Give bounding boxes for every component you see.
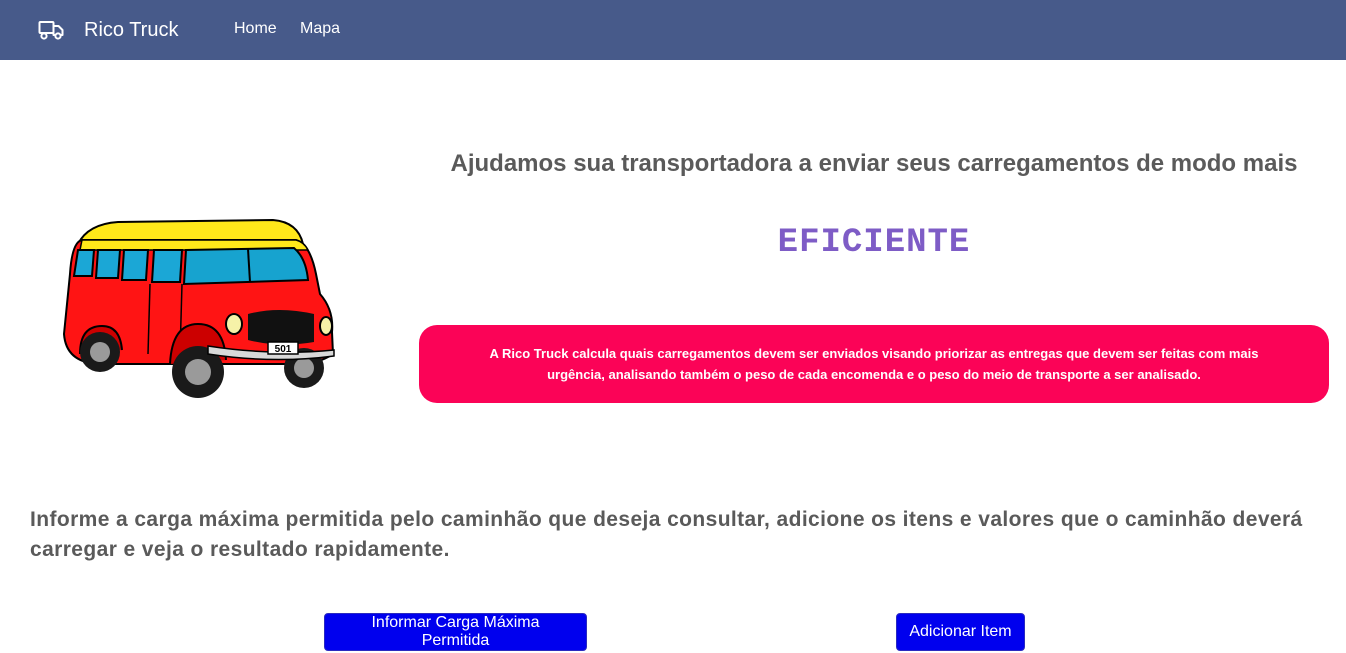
- truck-icon: [38, 21, 64, 40]
- brand-name: Rico Truck: [84, 18, 179, 41]
- hero-highlight: EFICIENTE: [777, 224, 971, 262]
- hero-title: Ajudamos sua transportadora a enviar seu…: [450, 150, 1298, 177]
- bus-illustration: 501: [62, 218, 335, 398]
- nav-link-home[interactable]: Home: [234, 20, 277, 38]
- nav-link-mapa[interactable]: Mapa: [300, 20, 340, 38]
- brand-link[interactable]: Rico Truck: [38, 16, 178, 44]
- info-box: A Rico Truck calcula quais carregamentos…: [419, 325, 1329, 403]
- adicionar-item-button[interactable]: Adicionar Item: [896, 613, 1025, 651]
- informar-carga-button[interactable]: Informar Carga Máxima Permitida: [324, 613, 587, 651]
- license-plate: 501: [275, 344, 292, 355]
- instruction-text: Informe a carga máxima permitida pelo ca…: [30, 508, 1303, 561]
- top-navbar: Rico Truck Home Mapa: [0, 0, 1346, 60]
